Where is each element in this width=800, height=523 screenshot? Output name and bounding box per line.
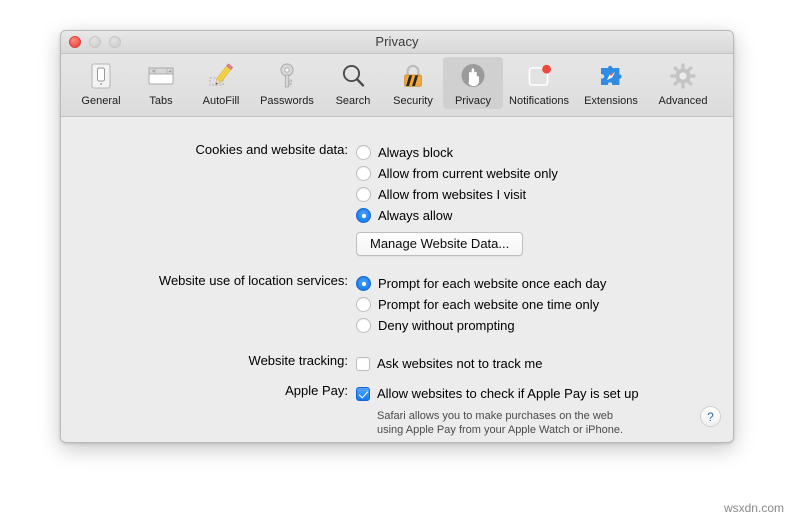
checkbox-label: Allow websites to check if Apple Pay is … — [377, 385, 639, 401]
key-icon — [271, 60, 303, 92]
toolbar-label: Passwords — [260, 95, 314, 107]
toolbar-item-tabs[interactable]: × + Tabs — [131, 57, 191, 109]
tabs-icon: × + — [145, 60, 177, 92]
toolbar-item-extensions[interactable]: Extensions — [575, 57, 647, 109]
toolbar-item-general[interactable]: General — [71, 57, 131, 109]
apple-pay-label: Apple Pay: — [285, 383, 348, 398]
radio-button[interactable] — [356, 297, 371, 312]
toolbar-label: General — [81, 95, 121, 107]
toolbar-label: AutoFill — [202, 95, 240, 107]
location-options: Prompt for each website once each day Pr… — [356, 273, 606, 336]
apple-pay-controls: Allow websites to check if Apple Pay is … — [356, 383, 639, 437]
preferences-toolbar: General × + Tabs AutoFill Passwords Sear… — [61, 54, 733, 117]
toolbar-label: Search — [335, 95, 371, 107]
cookies-label: Cookies and website data: — [195, 142, 348, 157]
svg-text:+: + — [169, 69, 172, 75]
apple-pay-note: Safari allows you to make purchases on t… — [377, 409, 639, 437]
cookies-option-always-block[interactable]: Always block — [356, 142, 558, 163]
radio-button-selected[interactable] — [356, 276, 371, 291]
toolbar-label: Security — [393, 95, 433, 107]
location-option-once-each-day[interactable]: Prompt for each website once each day — [356, 273, 606, 294]
privacy-settings-panel: Cookies and website data: Always block A… — [61, 117, 733, 441]
toolbar-item-notifications[interactable]: Notifications — [503, 57, 575, 109]
location-services-row: Website use of location services: Prompt… — [61, 273, 606, 336]
toolbar-item-passwords[interactable]: Passwords — [251, 57, 323, 109]
cookies-option-always-allow[interactable]: Always allow — [356, 205, 558, 226]
apple-pay-row: Apple Pay: Allow websites to check if Ap… — [61, 383, 639, 437]
option-label: Always block — [378, 144, 454, 160]
watermark: wsxdn.com — [723, 501, 784, 515]
window-titlebar: Privacy — [61, 31, 733, 54]
website-tracking-label: Website tracking: — [248, 353, 348, 368]
hand-icon — [457, 60, 489, 92]
website-tracking-controls: Ask websites not to track me — [356, 353, 542, 374]
svg-text:×: × — [152, 69, 155, 75]
radio-button-selected[interactable] — [356, 208, 371, 223]
general-icon — [85, 60, 117, 92]
checkbox-checked[interactable] — [356, 386, 370, 401]
location-services-label: Website use of location services: — [158, 273, 348, 288]
padlock-icon — [397, 60, 429, 92]
apple-pay-note-line-2: using Apple Pay from your Apple Watch or… — [377, 424, 624, 436]
cookies-option-current-website-only[interactable]: Allow from current website only — [356, 163, 558, 184]
toolbar-label: Privacy — [454, 95, 492, 107]
magnifier-icon — [337, 60, 369, 92]
location-option-deny-without-prompting[interactable]: Deny without prompting — [356, 315, 606, 336]
option-label: Prompt for each website one time only — [378, 296, 600, 312]
cookies-options: Always block Allow from current website … — [356, 142, 558, 256]
window-title: Privacy — [375, 34, 419, 49]
toolbar-item-search[interactable]: Search — [323, 57, 383, 109]
radio-button[interactable] — [356, 145, 371, 160]
option-label: Always allow — [378, 207, 453, 223]
location-option-one-time-only[interactable]: Prompt for each website one time only — [356, 294, 606, 315]
toolbar-label: Notifications — [509, 95, 569, 107]
autofill-pencil-icon — [205, 60, 237, 92]
notification-badge-icon — [523, 60, 555, 92]
tracking-checkbox-row[interactable]: Ask websites not to track me — [356, 353, 542, 374]
toolbar-item-advanced[interactable]: Advanced — [647, 57, 719, 109]
manage-website-data-button[interactable]: Manage Website Data... — [356, 232, 524, 256]
option-label: Deny without prompting — [378, 317, 515, 333]
apple-pay-checkbox-row[interactable]: Allow websites to check if Apple Pay is … — [356, 383, 639, 404]
option-label: Allow from current website only — [378, 165, 558, 181]
checkbox[interactable] — [356, 356, 370, 371]
toolbar-item-autofill[interactable]: AutoFill — [191, 57, 251, 109]
toolbar-label: Advanced — [658, 95, 708, 107]
toolbar-item-privacy[interactable]: Privacy — [443, 57, 503, 109]
option-label: Allow from websites I visit — [378, 186, 527, 202]
toolbar-label: Tabs — [149, 95, 173, 107]
cookies-row: Cookies and website data: Always block A… — [61, 142, 558, 256]
apple-pay-note-line-1: Safari allows you to make purchases on t… — [377, 410, 614, 422]
toolbar-label: Extensions — [584, 95, 638, 107]
radio-button[interactable] — [356, 166, 371, 181]
website-tracking-row: Website tracking: Ask websites not to tr… — [61, 353, 542, 374]
toolbar-item-security[interactable]: Security — [383, 57, 443, 109]
preferences-window: Privacy General × + Tabs AutoFill Passwo… — [60, 30, 734, 443]
puzzle-compass-icon — [595, 60, 627, 92]
checkbox-label: Ask websites not to track me — [377, 355, 543, 371]
radio-button[interactable] — [356, 187, 371, 202]
cookies-option-websites-i-visit[interactable]: Allow from websites I visit — [356, 184, 558, 205]
radio-button[interactable] — [356, 318, 371, 333]
option-label: Prompt for each website once each day — [378, 275, 607, 291]
gear-icon — [667, 60, 699, 92]
help-button[interactable]: ? — [700, 406, 721, 427]
